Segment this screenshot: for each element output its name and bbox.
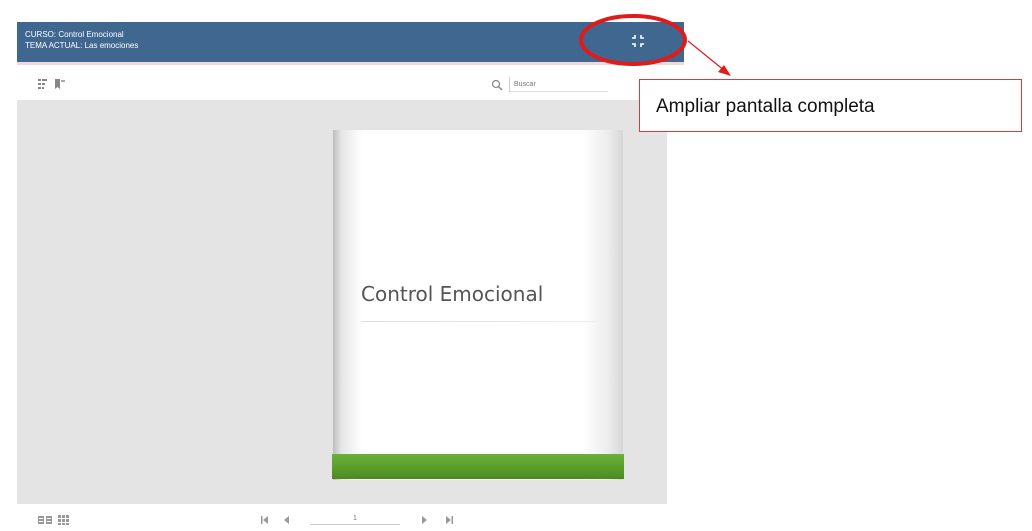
fullscreen-button[interactable] [629,32,647,50]
course-name: CURSO: Control Emocional [25,30,124,39]
first-page-button[interactable] [257,513,273,525]
page-footer-band [332,454,624,479]
previous-page-icon [284,516,289,524]
page-title: Control Emocional [361,282,544,306]
table-of-contents-icon [38,79,47,89]
search-input[interactable] [509,77,608,92]
bookmarks-button[interactable] [53,77,67,91]
two-page-view-icon [38,516,52,524]
grid-view-icon [58,515,69,525]
search-icon [491,79,503,91]
last-page-icon [446,516,453,524]
callout-arrow-head [718,65,731,76]
callout-arrow-line [687,40,726,72]
table-of-contents-button[interactable] [36,77,50,91]
callout-box: Ampliar pantalla completa [639,79,1022,132]
two-page-view-button[interactable] [37,513,53,525]
last-page-button[interactable] [441,513,457,525]
book-stage: Control Emocional [17,100,667,504]
pager-bar [17,507,667,529]
previous-page-button[interactable] [279,513,295,525]
current-topic: TEMA ACTUAL: Las emociones [25,41,139,50]
grid-view-button[interactable] [56,513,72,525]
book-page[interactable]: Control Emocional [332,130,624,480]
next-page-icon [422,516,427,524]
callout-text: Ampliar pantalla completa [656,96,875,117]
first-page-icon [261,516,268,524]
header-divider [17,62,684,65]
page-divider [361,321,597,322]
next-page-button[interactable] [416,513,432,525]
bookmark-icon [55,79,65,89]
expand-icon [632,35,644,47]
ebook-viewer: CURSO: Control Emocional TEMA ACTUAL: La… [17,22,684,529]
course-header: CURSO: Control Emocional TEMA ACTUAL: La… [17,22,684,62]
viewer-toolbar [17,74,608,96]
page-number-input[interactable] [310,513,400,525]
